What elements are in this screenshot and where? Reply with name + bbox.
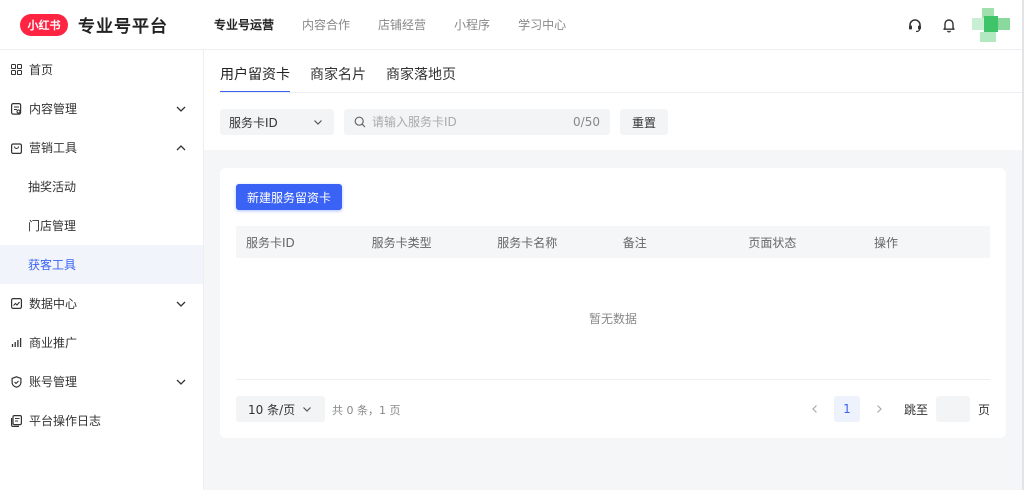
search-field-select[interactable]: 服务卡ID bbox=[220, 109, 334, 135]
chevron-up-icon bbox=[176, 145, 186, 151]
sidebar-item-data-center[interactable]: 数据中心 bbox=[0, 284, 203, 323]
lead-card-table: 服务卡ID 服务卡类型 服务卡名称 备注 页面状态 操作 暂无数据 bbox=[236, 226, 990, 380]
sidebar-item-label: 账号管理 bbox=[29, 375, 78, 389]
avatar[interactable] bbox=[972, 8, 1010, 42]
sidebar-item-label: 商业推广 bbox=[29, 336, 78, 350]
sidebar-item-business-promotion[interactable]: 商业推广 bbox=[0, 323, 203, 362]
topnav-item-store[interactable]: 店铺经营 bbox=[378, 16, 426, 33]
table-body: 暂无数据 bbox=[236, 258, 990, 380]
sidebar-item-content-management[interactable]: 内容管理 bbox=[0, 89, 203, 128]
reset-button[interactable]: 重置 bbox=[620, 109, 668, 135]
tab-user-lead-card[interactable]: 用户留资卡 bbox=[220, 50, 290, 93]
sidebar-item-home[interactable]: 首页 bbox=[0, 50, 203, 89]
total-count: 共 0 条，1 页 bbox=[332, 404, 401, 417]
tab-landing-page[interactable]: 商家落地页 bbox=[386, 50, 456, 92]
sidebar-item-label: 营销工具 bbox=[29, 141, 78, 155]
log-icon bbox=[10, 414, 22, 427]
chevron-down-icon bbox=[314, 120, 322, 125]
tabs-divider bbox=[220, 92, 1024, 93]
chart-icon bbox=[10, 298, 22, 310]
sidebar-item-marketing-tools[interactable]: 营销工具 bbox=[0, 128, 203, 167]
sidebar-item-label: 抽奖活动 bbox=[28, 180, 77, 194]
xiaohongshu-logo[interactable]: 小红书 bbox=[20, 13, 68, 36]
sidebar-item-operation-log[interactable]: 平台操作日志 bbox=[0, 401, 203, 440]
empty-state-text: 暂无数据 bbox=[588, 312, 637, 326]
tabs-panel: 用户留资卡 商家名片 商家落地页 服务卡ID 0/50 重置 bbox=[204, 50, 1024, 150]
topnav-item-content-cooperation[interactable]: 内容合作 bbox=[302, 16, 350, 33]
sidebar: 首页 内容管理 营销工具 抽奖活动 门店管理 获客工具 数据中心 商业推广 账号… bbox=[0, 50, 204, 490]
grid-icon bbox=[10, 64, 22, 76]
column-header-card-id: 服务卡ID bbox=[246, 235, 295, 250]
chevron-down-icon bbox=[176, 106, 186, 112]
page-size-select[interactable]: 10 条/页 bbox=[236, 396, 325, 422]
platform-name: 专业号平台 bbox=[78, 17, 168, 37]
chevron-down-icon bbox=[303, 407, 311, 412]
jump-to-label: 跳至 bbox=[903, 402, 928, 417]
sidebar-item-label: 内容管理 bbox=[29, 102, 78, 116]
prev-page-icon[interactable] bbox=[808, 402, 822, 416]
top-nav: 专业号运营 内容合作 店铺经营 小程序 学习中心 bbox=[214, 16, 594, 33]
search-input[interactable] bbox=[372, 115, 562, 129]
jump-page-input[interactable] bbox=[935, 396, 970, 422]
column-header-card-type: 服务卡类型 bbox=[371, 235, 432, 250]
table-card: 新建服务留资卡 服务卡ID 服务卡类型 服务卡名称 备注 页面状态 操作 暂无数… bbox=[220, 168, 1006, 438]
column-header-actions: 操作 bbox=[873, 235, 898, 250]
top-header: 小红书 专业号平台 专业号运营 内容合作 店铺经营 小程序 学习中心 bbox=[0, 0, 1024, 50]
topnav-item-operations[interactable]: 专业号运营 bbox=[214, 16, 274, 33]
search-char-counter: 0/50 bbox=[573, 115, 600, 129]
select-value: 服务卡ID bbox=[229, 115, 278, 130]
column-header-card-name: 服务卡名称 bbox=[497, 235, 558, 250]
pagination: 10 条/页 共 0 条，1 页 1 跳至 页 bbox=[236, 396, 990, 422]
column-header-page-status: 页面状态 bbox=[748, 235, 797, 250]
page-unit-label: 页 bbox=[977, 402, 990, 417]
bell-icon[interactable] bbox=[940, 16, 958, 34]
filter-row: 服务卡ID 0/50 重置 bbox=[220, 109, 668, 135]
bag-icon bbox=[10, 142, 22, 154]
main-content: 用户留资卡 商家名片 商家落地页 服务卡ID 0/50 重置 新建服务留资卡 服… bbox=[204, 50, 1024, 490]
search-icon bbox=[354, 116, 366, 128]
column-header-remark: 备注 bbox=[622, 235, 647, 250]
bars-icon bbox=[10, 337, 22, 349]
topnav-item-mini-program[interactable]: 小程序 bbox=[454, 16, 490, 33]
search-box: 0/50 bbox=[344, 109, 610, 135]
sidebar-item-label: 平台操作日志 bbox=[29, 414, 102, 428]
table-header: 服务卡ID 服务卡类型 服务卡名称 备注 页面状态 操作 bbox=[236, 226, 990, 258]
sidebar-item-account-management[interactable]: 账号管理 bbox=[0, 362, 203, 401]
page-size-value: 10 条/页 bbox=[248, 402, 296, 417]
headset-icon[interactable] bbox=[906, 16, 924, 34]
document-icon bbox=[10, 102, 22, 115]
pager-controls: 1 跳至 页 bbox=[808, 396, 990, 422]
header-actions bbox=[890, 0, 1010, 50]
sidebar-item-lottery[interactable]: 抽奖活动 bbox=[0, 167, 203, 206]
tab-business-card[interactable]: 商家名片 bbox=[310, 50, 366, 92]
create-lead-card-button[interactable]: 新建服务留资卡 bbox=[236, 184, 342, 210]
sidebar-item-label: 门店管理 bbox=[28, 219, 77, 233]
page-number-current[interactable]: 1 bbox=[833, 396, 860, 422]
topnav-item-learning-center[interactable]: 学习中心 bbox=[518, 16, 566, 33]
sidebar-item-label: 获客工具 bbox=[28, 258, 77, 272]
sidebar-item-lead-tools[interactable]: 获客工具 bbox=[0, 245, 203, 284]
sidebar-item-label: 首页 bbox=[29, 63, 54, 77]
chevron-down-icon bbox=[176, 301, 186, 307]
sidebar-item-store-management[interactable]: 门店管理 bbox=[0, 206, 203, 245]
tab-bar: 用户留资卡 商家名片 商家落地页 bbox=[220, 50, 476, 93]
sidebar-item-label: 数据中心 bbox=[29, 297, 78, 311]
next-page-icon[interactable] bbox=[872, 402, 886, 416]
chevron-down-icon bbox=[176, 379, 186, 385]
shield-icon bbox=[10, 375, 22, 388]
